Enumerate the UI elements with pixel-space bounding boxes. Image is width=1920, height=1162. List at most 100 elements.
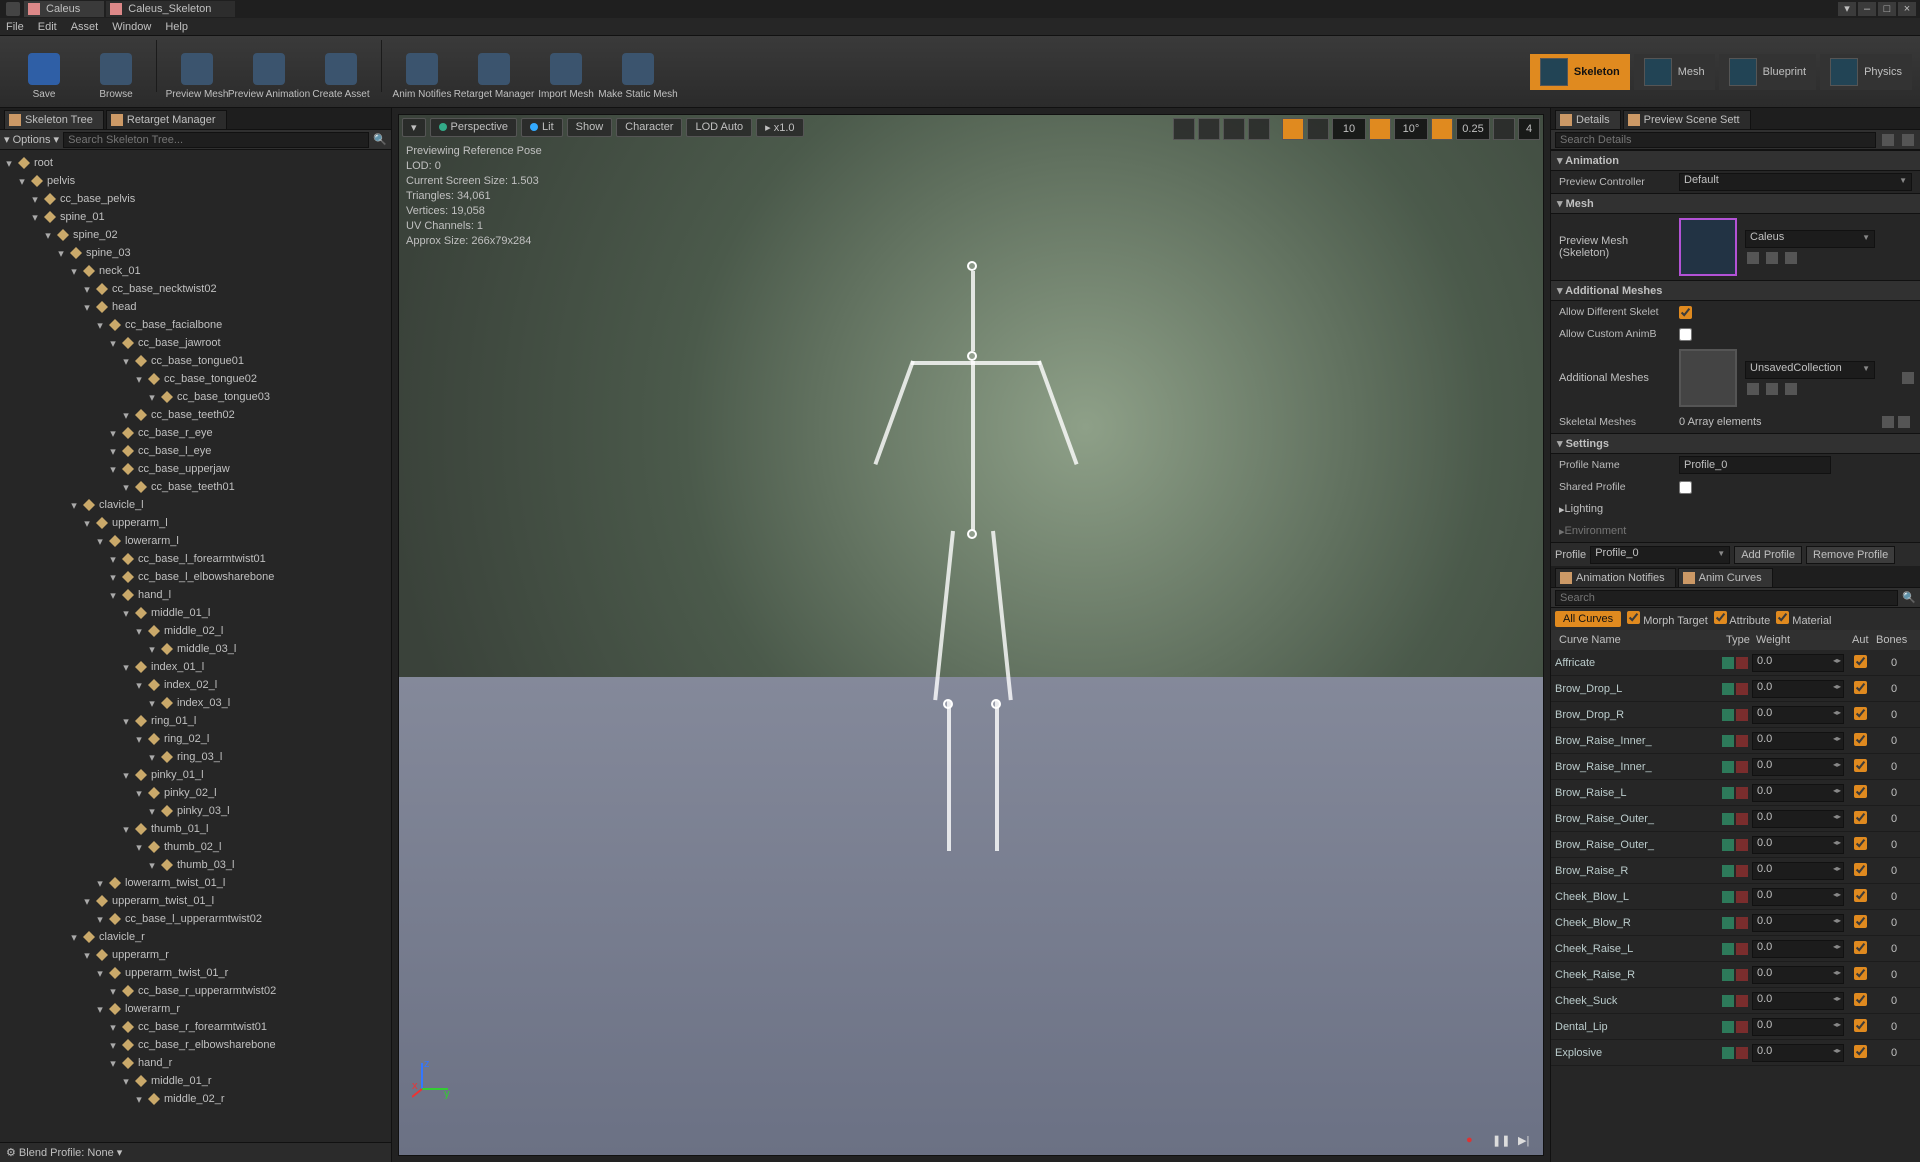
curve-row[interactable]: Brow_Drop_R0.00	[1551, 702, 1920, 728]
curve-type-morph-icon[interactable]	[1722, 891, 1734, 903]
curve-type-morph-icon[interactable]	[1722, 709, 1734, 721]
bone-row[interactable]: ▾spine_02	[0, 226, 391, 244]
bone-row[interactable]: ▾upperarm_twist_01_r	[0, 964, 391, 982]
minimize-button[interactable]: –	[1858, 2, 1876, 16]
blend-profile-dropdown[interactable]: ⚙ Blend Profile: None ▾	[6, 1146, 122, 1159]
curve-weight-input[interactable]: 0.0	[1752, 940, 1844, 958]
bone-row[interactable]: ▾cc_base_r_upperarmtwist02	[0, 982, 391, 1000]
curve-auto-checkbox[interactable]	[1854, 811, 1867, 824]
expand-icon[interactable]: ▾	[69, 931, 79, 944]
expand-icon[interactable]: ▾	[108, 445, 118, 458]
transform-rotate-icon[interactable]	[1223, 118, 1245, 140]
curve-weight-input[interactable]: 0.0	[1752, 1018, 1844, 1036]
title-tab[interactable]: Caleus	[24, 1, 104, 17]
curve-row[interactable]: Cheek_Blow_R0.00	[1551, 910, 1920, 936]
expand-icon[interactable]: ▾	[134, 373, 144, 386]
expand-icon[interactable]: ▾	[108, 571, 118, 584]
section-animation[interactable]: Animation	[1551, 150, 1920, 171]
expand-icon[interactable]: ▾	[108, 463, 118, 476]
preview-anim-button[interactable]: Preview Animation	[233, 40, 305, 104]
environment-group[interactable]: ▸ Environment	[1551, 520, 1920, 542]
reset-asset-icon[interactable]	[1785, 252, 1797, 264]
bone-row[interactable]: ▾ring_02_l	[0, 730, 391, 748]
expand-icon[interactable]: ▾	[95, 913, 105, 926]
curve-row[interactable]: Cheek_Blow_L0.00	[1551, 884, 1920, 910]
curve-auto-checkbox[interactable]	[1854, 681, 1867, 694]
mode-tab-physics[interactable]: Physics	[1820, 54, 1912, 90]
skeleton-tree[interactable]: ▾root▾pelvis▾cc_base_pelvis▾spine_01▾spi…	[0, 150, 391, 1142]
curve-auto-checkbox[interactable]	[1854, 993, 1867, 1006]
bone-row[interactable]: ▾neck_01	[0, 262, 391, 280]
bone-row[interactable]: ▾cc_base_necktwist02	[0, 280, 391, 298]
filter-all-curves[interactable]: All Curves	[1555, 611, 1621, 627]
viewport[interactable]: ▾ Perspective Lit Show Character LOD Aut…	[392, 108, 1550, 1162]
expand-icon[interactable]: ▾	[95, 1003, 105, 1016]
curve-auto-checkbox[interactable]	[1854, 889, 1867, 902]
bone-row[interactable]: ▾cc_base_tongue01	[0, 352, 391, 370]
titlebar-menu-button[interactable]: ▾	[1838, 2, 1856, 16]
expand-icon[interactable]: ▾	[108, 427, 118, 440]
mode-tab-mesh[interactable]: Mesh	[1634, 54, 1715, 90]
bone-row[interactable]: ▾hand_l	[0, 586, 391, 604]
expand-icon[interactable]: ▾	[108, 1057, 118, 1070]
preview-mesh-asset-dropdown[interactable]: Caleus	[1745, 230, 1875, 248]
bone-row[interactable]: ▾middle_01_l	[0, 604, 391, 622]
use-asset-icon[interactable]	[1747, 383, 1759, 395]
left-tab[interactable]: Skeleton Tree	[4, 110, 104, 129]
bone-row[interactable]: ▾hand_r	[0, 1054, 391, 1072]
filter-attribute[interactable]: Attribute	[1714, 611, 1770, 627]
transform-select-icon[interactable]	[1173, 118, 1195, 140]
bone-row[interactable]: ▾ring_03_l	[0, 748, 391, 766]
viewport-character[interactable]: Character	[616, 118, 682, 137]
mode-tab-blueprint[interactable]: Blueprint	[1719, 54, 1816, 90]
camera-speed-icon[interactable]	[1493, 118, 1515, 140]
lighting-group[interactable]: ▸ Lighting	[1551, 498, 1920, 520]
bone-row[interactable]: ▾pinky_01_l	[0, 766, 391, 784]
curve-row[interactable]: Brow_Raise_L0.00	[1551, 780, 1920, 806]
expand-icon[interactable]: ▾	[17, 175, 27, 188]
bone-row[interactable]: ▾cc_base_l_upperarmtwist02	[0, 910, 391, 928]
close-button[interactable]: ×	[1898, 2, 1916, 16]
bone-row[interactable]: ▾middle_02_r	[0, 1090, 391, 1108]
curve-type-material-icon[interactable]	[1736, 683, 1748, 695]
bone-row[interactable]: ▾cc_base_pelvis	[0, 190, 391, 208]
preview-mesh-thumbnail[interactable]	[1679, 218, 1737, 276]
curve-auto-checkbox[interactable]	[1854, 1045, 1867, 1058]
curve-weight-input[interactable]: 0.0	[1752, 784, 1844, 802]
expand-icon[interactable]: ▾	[134, 1093, 144, 1106]
curve-type-morph-icon[interactable]	[1722, 917, 1734, 929]
curve-row[interactable]: Explosive0.00	[1551, 1040, 1920, 1066]
expand-icon[interactable]: ▾	[82, 517, 92, 530]
curve-auto-checkbox[interactable]	[1854, 941, 1867, 954]
skeleton-search-input[interactable]	[63, 132, 369, 148]
expand-icon[interactable]: ▾	[30, 211, 40, 224]
expand-icon[interactable]: ▾	[30, 193, 40, 206]
menu-edit[interactable]: Edit	[38, 21, 57, 33]
scale-snap-value[interactable]: 0.25	[1456, 118, 1490, 140]
options-dropdown[interactable]: ▾ Options ▾	[4, 133, 59, 146]
curve-type-material-icon[interactable]	[1736, 735, 1748, 747]
curve-type-morph-icon[interactable]	[1722, 1047, 1734, 1059]
import-mesh-button[interactable]: Import Mesh	[530, 40, 602, 104]
curve-type-morph-icon[interactable]	[1722, 995, 1734, 1007]
expand-icon[interactable]: ▾	[121, 769, 131, 782]
curve-type-material-icon[interactable]	[1736, 813, 1748, 825]
curve-weight-input[interactable]: 0.0	[1752, 680, 1844, 698]
bone-row[interactable]: ▾index_01_l	[0, 658, 391, 676]
curve-type-morph-icon[interactable]	[1722, 865, 1734, 877]
expand-icon[interactable]: ▾	[4, 157, 14, 170]
viewport-lit[interactable]: Lit	[521, 118, 563, 137]
allow-diff-skeleton-checkbox[interactable]	[1679, 306, 1692, 319]
bone-row[interactable]: ▾cc_base_teeth02	[0, 406, 391, 424]
right-top-tab[interactable]: Details	[1555, 110, 1621, 129]
expand-icon[interactable]: ▾	[147, 697, 157, 710]
curve-type-material-icon[interactable]	[1736, 865, 1748, 877]
bone-row[interactable]: ▾cc_base_upperjaw	[0, 460, 391, 478]
array-clear-icon[interactable]	[1898, 416, 1910, 428]
curve-auto-checkbox[interactable]	[1854, 733, 1867, 746]
browse-asset-icon[interactable]	[1766, 252, 1778, 264]
angle-snap-toggle[interactable]	[1369, 118, 1391, 140]
section-settings[interactable]: Settings	[1551, 433, 1920, 454]
pause-button[interactable]: ❚❚	[1492, 1134, 1510, 1152]
expand-icon[interactable]: ▾	[134, 787, 144, 800]
